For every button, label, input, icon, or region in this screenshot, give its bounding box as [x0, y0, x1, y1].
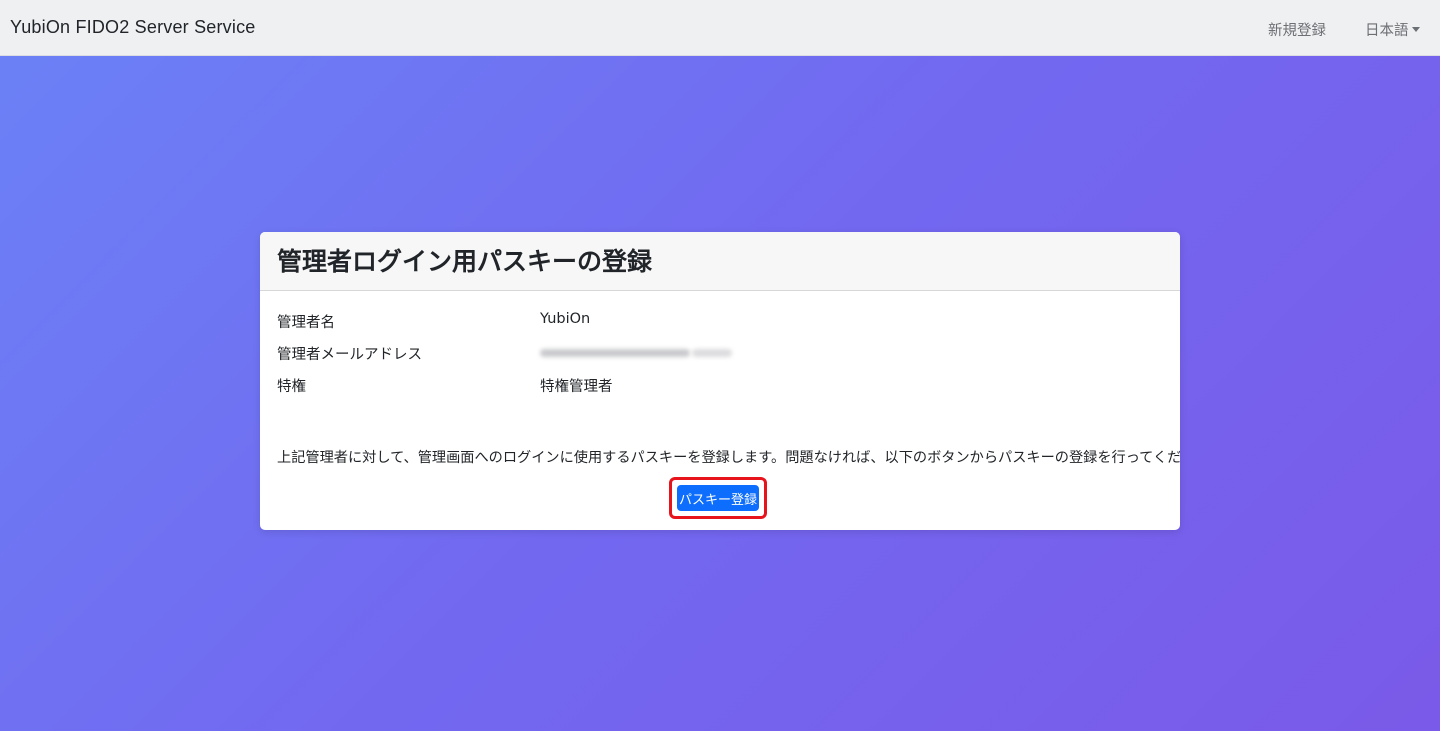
page-title: 管理者ログイン用パスキーの登録 [277, 247, 653, 276]
privilege-value: 特権管理者 [540, 379, 613, 395]
language-label: 日本語 [1365, 23, 1409, 39]
admin-email-label: 管理者メールアドレス [277, 347, 422, 363]
button-highlight-frame: パスキー登録 [669, 477, 767, 519]
instruction-message: 上記管理者に対して、管理画面へのログインに使用するパスキーを登録します。問題なけ… [277, 450, 1180, 466]
passkey-registration-card: 管理者ログイン用パスキーの登録 管理者名 YubiOn 管理者メールアドレス 特… [260, 232, 1180, 530]
brand-link[interactable]: YubiOn FIDO2 Server Service [10, 17, 256, 38]
privilege-label: 特権 [277, 379, 306, 395]
nav-register-link[interactable]: 新規登録 [1268, 19, 1326, 40]
admin-email-value-redacted [540, 344, 755, 362]
top-navbar: YubiOn FIDO2 Server Service 新規登録 日本語 [0, 0, 1440, 56]
admin-name-value: YubiOn [540, 311, 591, 327]
admin-name-label: 管理者名 [277, 315, 335, 331]
card-header: 管理者ログイン用パスキーの登録 [260, 232, 1180, 291]
register-passkey-button[interactable]: パスキー登録 [677, 485, 759, 511]
language-dropdown[interactable]: 日本語 [1365, 19, 1420, 40]
caret-down-icon [1411, 27, 1420, 32]
